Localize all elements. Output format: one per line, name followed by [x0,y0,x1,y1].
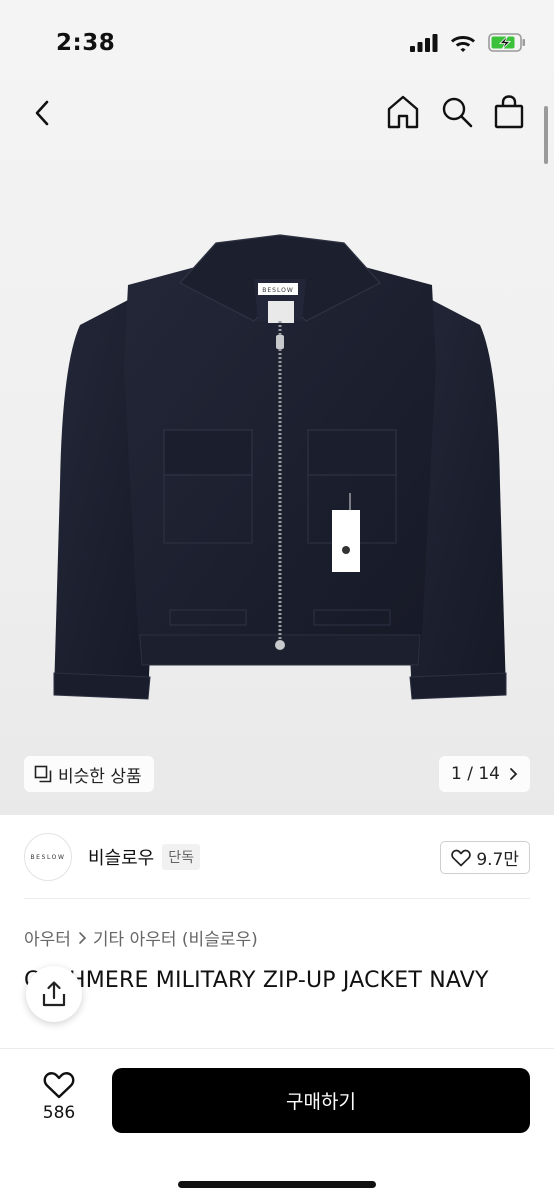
brand-like-count: 9.7만 [476,850,519,870]
similar-products-label: 비슷한 상품 [58,766,142,787]
status-time: 2:38 [56,30,116,56]
chevron-right-icon [79,931,87,944]
breadcrumb-item[interactable]: 아우터 [24,925,71,950]
back-button[interactable] [28,96,58,130]
search-button[interactable] [440,94,474,130]
share-button[interactable] [26,966,82,1022]
status-bar: 2:38 [0,0,554,88]
wishlist-count: 586 [42,1103,76,1123]
product-image[interactable]: BESLOW [40,225,520,735]
brand-logo[interactable]: BESLOW [24,833,72,881]
similar-products-button[interactable]: 비슷한 상품 [24,756,154,792]
image-counter-label: 1 / 14 [451,764,500,784]
brand-like-button[interactable]: 9.7만 [440,841,530,874]
home-indicator [178,1181,376,1188]
breadcrumb-item[interactable]: 기타 아우터 (비슬로우) [93,925,258,950]
shopping-bag-icon [494,95,524,129]
brand-name[interactable]: 비슬로우 [88,844,154,870]
product-image-gallery[interactable]: 2:38 BESLOW 비슷한 상품 1 / 14 [0,0,554,815]
bottom-action-bar: 586 구매하기 [0,1048,554,1200]
divider [24,898,530,899]
cart-button[interactable] [492,94,526,130]
scroll-indicator [544,106,548,164]
back-chevron-icon [35,100,49,126]
share-icon [42,981,66,1007]
status-icons [410,33,526,52]
home-icon [387,95,419,129]
battery-charging-icon [488,33,525,52]
image-counter[interactable]: 1 / 14 [439,756,530,792]
heart-icon [43,1072,75,1099]
breadcrumb: 아우터 기타 아우터 (비슬로우) [24,925,258,950]
wifi-icon [451,36,475,52]
home-button[interactable] [386,94,420,130]
heart-icon [451,849,472,866]
signal-icon [410,33,438,52]
brand-row[interactable]: BESLOW 비슬로우 단독 9.7만 [24,833,530,881]
exclusive-badge: 단독 [162,844,201,870]
svg-text:BESLOW: BESLOW [262,287,294,294]
buy-button[interactable]: 구매하기 [112,1068,530,1133]
product-title: CASHMERE MILITARY ZIP-UP JACKET NAVY [24,968,489,993]
chevron-right-icon [510,768,518,780]
top-nav [0,88,554,138]
search-icon [442,97,473,128]
wishlist-button[interactable]: 586 [30,1071,88,1123]
similar-items-icon [34,765,52,783]
